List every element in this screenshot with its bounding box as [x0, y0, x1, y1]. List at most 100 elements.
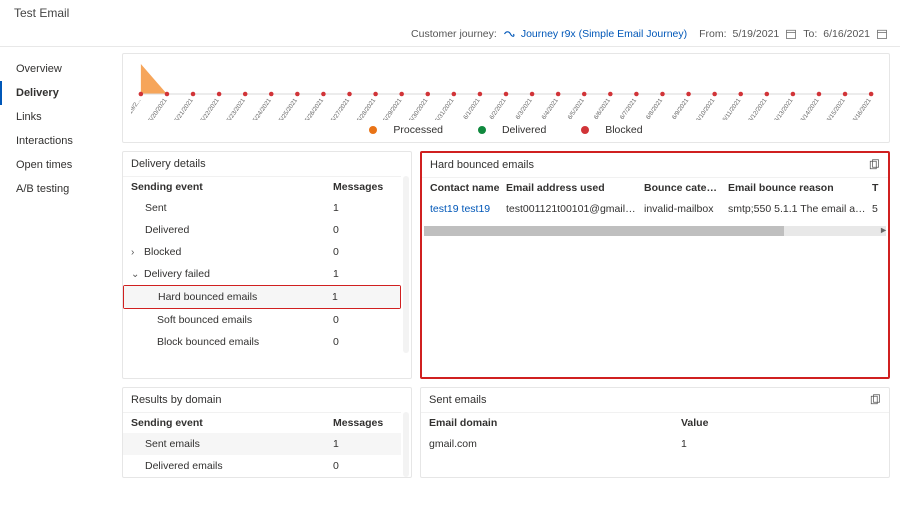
sidebar-item-interactions[interactable]: Interactions — [0, 129, 122, 153]
table-header: Contact name Email address used Bounce c… — [422, 177, 888, 198]
table-row[interactable]: Block bounced emails0 — [123, 331, 401, 353]
svg-text:6/5/2021: 6/5/2021 — [567, 97, 587, 120]
table-row[interactable]: Soft bounced emails 0 — [123, 309, 401, 331]
svg-text:5/28/2021: 5/28/2021 — [356, 97, 378, 120]
contact-link[interactable]: test19 test19 — [430, 203, 500, 215]
cell-category: invalid-mailbox — [644, 203, 722, 215]
col-email-used: Email address used — [506, 182, 638, 194]
hard-bounced-card: Hard bounced emails Contact name Email a… — [420, 151, 890, 379]
page-title: Test Email — [0, 0, 900, 26]
legend-dot-processed — [369, 126, 377, 134]
export-icon[interactable] — [868, 159, 880, 171]
row-label: Hard bounced emails — [132, 291, 257, 303]
table-row[interactable]: Hard bounced emails 1 — [124, 286, 400, 308]
svg-text:5/31/2021: 5/31/2021 — [434, 97, 456, 120]
svg-text:5/22/2021: 5/22/2021 — [199, 97, 221, 120]
table-header: Sending event Messages — [123, 412, 401, 433]
legend-label: Processed — [393, 124, 443, 136]
svg-text:6/1/2021: 6/1/2021 — [462, 97, 482, 120]
svg-text:6/7/2021: 6/7/2021 — [619, 97, 639, 120]
to-date[interactable]: 6/16/2021 — [823, 28, 870, 40]
svg-text:5/25/2021: 5/25/2021 — [278, 97, 300, 120]
row-label: Soft bounced emails — [131, 314, 252, 326]
row-label: Sent — [131, 202, 167, 214]
col-truncated: T — [872, 182, 880, 194]
svg-text:5/29/2021: 5/29/2021 — [382, 97, 404, 120]
row-value: 0 — [333, 246, 393, 258]
highlighted-row: Hard bounced emails 1 — [123, 285, 401, 309]
card-title: Results by domain — [123, 388, 411, 412]
legend-label: Blocked — [605, 124, 642, 136]
customer-journey-link[interactable]: Journey r9x (Simple Email Journey) — [521, 28, 687, 40]
svg-text:6/12/2021: 6/12/2021 — [747, 97, 769, 120]
cell-domain: gmail.com — [429, 438, 681, 450]
col-bounce-category: Bounce category — [644, 182, 722, 194]
svg-text:6/11/2021: 6/11/2021 — [721, 97, 742, 120]
scrollbar-horizontal[interactable]: ◄► — [424, 226, 886, 236]
col-contact-name: Contact name — [430, 182, 500, 194]
results-by-domain-card: Results by domain Sending event Messages… — [122, 387, 412, 478]
calendar-icon[interactable] — [785, 28, 797, 40]
row-value: 1 — [333, 202, 393, 214]
cell-value: 1 — [681, 438, 881, 450]
svg-text:6/15/2021: 6/15/2021 — [825, 97, 847, 120]
row-label: Delivery failed — [144, 268, 210, 280]
col-messages: Messages — [333, 417, 393, 429]
row-label: Delivered emails — [131, 460, 333, 472]
svg-text:5/30/2021: 5/30/2021 — [408, 97, 430, 120]
svg-text:6/10/2021: 6/10/2021 — [695, 97, 717, 120]
legend-dot-blocked — [581, 126, 589, 134]
chevron-icon: ⌄ — [131, 269, 140, 280]
sidebar-item-open-times[interactable]: Open times — [0, 153, 122, 177]
journey-icon — [503, 28, 515, 40]
sidebar-item-links[interactable]: Links — [0, 105, 122, 129]
sidebar-item-delivery[interactable]: Delivery — [0, 81, 122, 105]
row-label: Sent emails — [131, 438, 333, 450]
row-label: Delivered — [131, 224, 189, 236]
sidebar-item-overview[interactable]: Overview — [0, 57, 122, 81]
row-value: 1 — [332, 291, 392, 303]
sidebar-item-a-b-testing[interactable]: A/B testing — [0, 177, 122, 201]
table-row[interactable]: ⌄Delivery failed1 — [123, 263, 401, 285]
timeline-chart: 5/19/2...5/20/20215/21/20215/22/20215/23… — [131, 58, 881, 120]
export-icon[interactable] — [869, 394, 881, 406]
row-label: Blocked — [144, 246, 181, 258]
col-email-domain: Email domain — [429, 417, 681, 429]
card-title: Delivery details — [123, 152, 411, 176]
table-row[interactable]: Delivered emails0 — [123, 455, 401, 477]
card-title: Sent emails — [429, 394, 486, 406]
scrollbar-vertical[interactable] — [401, 412, 411, 477]
svg-text:5/23/2021: 5/23/2021 — [226, 97, 248, 120]
table-row[interactable]: Sent emails1 — [123, 433, 401, 455]
table-row[interactable]: ›Blocked0 — [123, 241, 401, 263]
svg-text:6/6/2021: 6/6/2021 — [593, 97, 613, 120]
from-label: From: — [699, 28, 726, 40]
calendar-icon[interactable] — [876, 28, 888, 40]
scrollbar-vertical[interactable] — [401, 176, 411, 353]
from-date[interactable]: 5/19/2021 — [733, 28, 780, 40]
table-header: Email domain Value — [421, 412, 889, 433]
row-value: 1 — [333, 438, 393, 450]
svg-text:6/8/2021: 6/8/2021 — [645, 97, 665, 120]
svg-text:6/9/2021: 6/9/2021 — [671, 97, 691, 120]
cell-reason: smtp;550 5.1.1 The email account that yo… — [728, 203, 866, 215]
table-row[interactable]: Sent 1 — [123, 197, 401, 219]
table-row[interactable]: gmail.com1 — [421, 433, 889, 455]
cell-email: test001121t00101@gmail.com — [506, 203, 638, 215]
legend-label: Delivered — [502, 124, 546, 136]
row-value: 0 — [333, 224, 393, 236]
customer-journey-label: Customer journey: — [411, 28, 497, 40]
legend-dot-delivered — [478, 126, 486, 134]
svg-text:5/19/2...: 5/19/2... — [131, 97, 143, 120]
svg-text:5/27/2021: 5/27/2021 — [330, 97, 352, 120]
col-value: Value — [681, 417, 881, 429]
svg-text:6/14/2021: 6/14/2021 — [799, 97, 821, 120]
cell-truncated: 5 — [872, 203, 880, 215]
col-sending-event: Sending event — [131, 181, 333, 193]
table-row[interactable]: Delivered 0 — [123, 219, 401, 241]
card-title: Hard bounced emails — [430, 159, 534, 171]
to-label: To: — [803, 28, 817, 40]
svg-text:5/21/2021: 5/21/2021 — [173, 97, 195, 120]
row-value: 0 — [333, 314, 393, 326]
table-row[interactable]: test19 test19 test001121t00101@gmail.com i… — [422, 198, 888, 220]
